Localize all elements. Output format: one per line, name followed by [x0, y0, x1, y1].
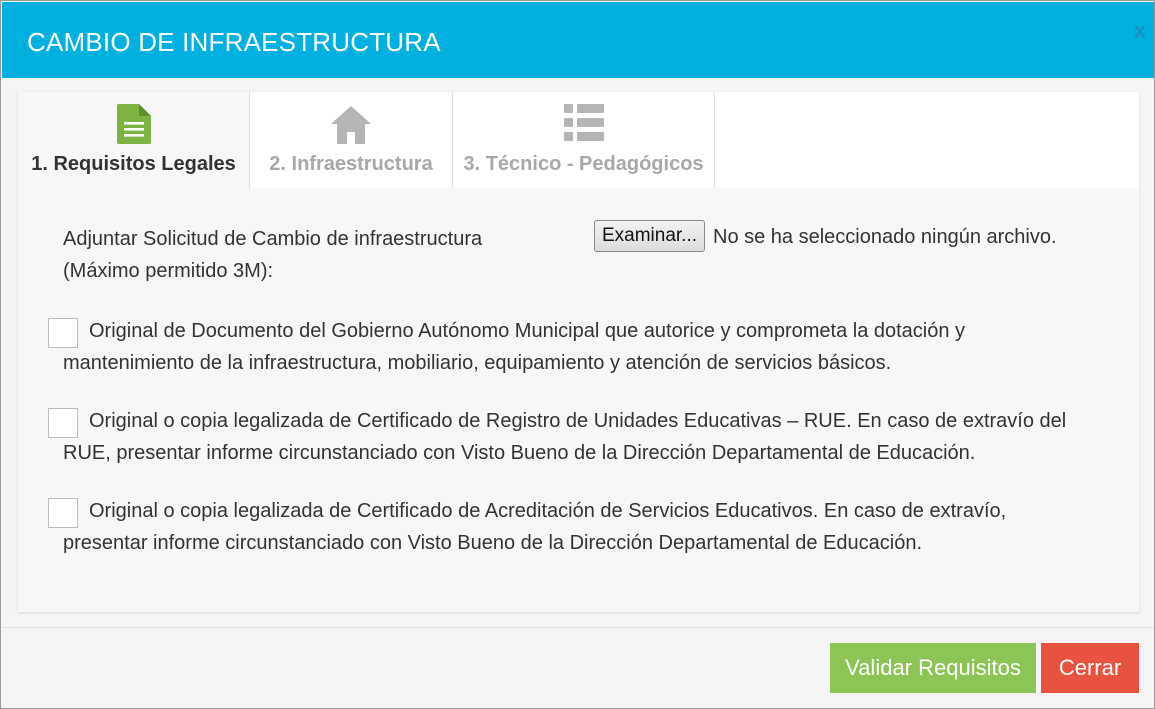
requirement-checkbox[interactable]	[48, 408, 78, 438]
modal-dialog: CAMBIO DE INFRAESTRUCTURA x 1. Requisito…	[0, 0, 1155, 709]
requirement-item-2: Original o copia legalizada de Certifica…	[47, 405, 1107, 469]
requirement-text-line2: mantenimiento de la infraestructura, mob…	[63, 352, 892, 374]
modal-header: CAMBIO DE INFRAESTRUCTURA x	[2, 2, 1154, 78]
requirement-item-1: Original de Documento del Gobierno Autón…	[47, 315, 1107, 379]
requirement-checkbox[interactable]	[48, 498, 78, 528]
requirement-text-line1: Original de Documento del Gobierno Autón…	[89, 320, 966, 342]
requirement-text-line2: presentar informe circunstanciado con Vi…	[63, 532, 923, 554]
close-button[interactable]: Cerrar	[1041, 643, 1139, 693]
tab-infraestructura[interactable]: 2. Infraestructura	[250, 92, 453, 188]
document-icon	[116, 104, 151, 149]
tab-label: 3. Técnico - Pedagógicos	[463, 153, 704, 175]
home-icon	[330, 104, 372, 149]
attachment-label-line2: (Máximo permitido 3M):	[63, 260, 274, 282]
requirement-text-line1: Original o copia legalizada de Certifica…	[89, 500, 1007, 522]
requirement-item-3: Original o copia legalizada de Certifica…	[47, 495, 1107, 559]
tab-bar-filler	[715, 92, 1139, 188]
file-status-text: No se ha seleccionado ningún archivo.	[713, 226, 1057, 248]
footer-divider	[2, 627, 1154, 628]
close-icon[interactable]: x	[1134, 20, 1146, 42]
list-icon	[563, 104, 604, 147]
attachment-label: Adjuntar Solicitud de Cambio de infraest…	[63, 223, 563, 287]
tab-label: 1. Requisitos Legales	[31, 153, 236, 175]
requirement-checkbox[interactable]	[48, 318, 78, 348]
browse-file-button[interactable]: Examinar...	[594, 220, 705, 252]
requirement-text-line1: Original o copia legalizada de Certifica…	[89, 410, 1067, 432]
requirement-text-line2: RUE, presentar informe circunstanciado c…	[63, 442, 976, 464]
tab-bar: 1. Requisitos Legales 2. Infraestructura	[18, 92, 1139, 189]
wizard-panel: 1. Requisitos Legales 2. Infraestructura	[18, 92, 1139, 612]
attachment-label-line1: Adjuntar Solicitud de Cambio de infraest…	[63, 228, 483, 250]
validate-requirements-button[interactable]: Validar Requisitos	[830, 643, 1036, 693]
tab-label: 2. Infraestructura	[269, 153, 433, 175]
tab-tecnico-pedagogicos[interactable]: 3. Técnico - Pedagógicos	[453, 92, 715, 188]
tab-requisitos-legales[interactable]: 1. Requisitos Legales	[18, 92, 250, 189]
modal-title: CAMBIO DE INFRAESTRUCTURA	[27, 27, 441, 57]
